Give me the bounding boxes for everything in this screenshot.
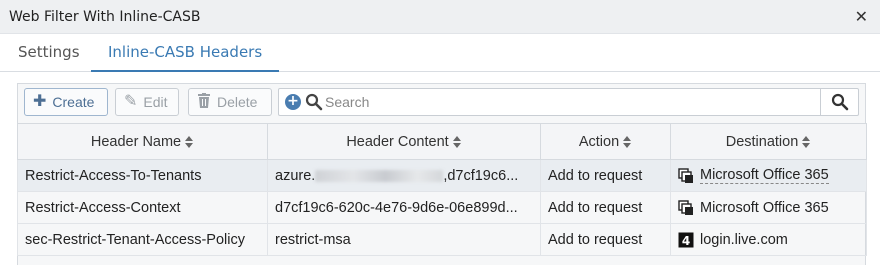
- headers-table: Header Name Header Content Action Destin…: [17, 123, 867, 256]
- app-group-icon: [678, 199, 693, 215]
- edit-button[interactable]: ✎ Edit: [115, 88, 179, 116]
- sort-icon: [452, 135, 462, 148]
- table-row[interactable]: Restrict-Access-Context d7cf19c6-620c-4e…: [17, 191, 867, 224]
- column-header-label: Header Name: [90, 133, 182, 150]
- sort-icon: [802, 135, 811, 148]
- edit-button-label: Edit: [143, 94, 168, 110]
- column-header-name[interactable]: Header Name: [17, 123, 268, 160]
- add-filter-icon[interactable]: +: [285, 94, 301, 110]
- redacted-content: [315, 169, 444, 182]
- search-icon: [305, 93, 323, 111]
- close-icon[interactable]: ✕: [855, 8, 868, 26]
- header-name-cell: sec-Restrict-Tenant-Access-Policy: [17, 223, 268, 256]
- trash-icon: [197, 92, 211, 112]
- app-group-icon: [678, 167, 693, 183]
- pencil-icon: ✎: [124, 93, 138, 110]
- header-content-cell: restrict-msa: [267, 223, 541, 256]
- dialog-title: Web Filter With Inline-CASB: [9, 9, 201, 25]
- svg-text:4: 4: [682, 234, 690, 248]
- content-prefix: azure.: [275, 167, 316, 184]
- table-row[interactable]: Restrict-Access-To-Tenants azure. ,d7cf19…: [17, 159, 867, 192]
- tab-bar: Settings Inline-CASB Headers: [0, 34, 880, 72]
- search-button[interactable]: [820, 89, 858, 115]
- destination-link[interactable]: Microsoft Office 365: [700, 167, 829, 184]
- tab-inline-casb-headers[interactable]: Inline-CASB Headers: [91, 34, 280, 72]
- create-button[interactable]: ✚ Create: [24, 88, 108, 116]
- destination-cell: Microsoft Office 365: [670, 191, 867, 224]
- column-header-label: Action: [578, 133, 620, 150]
- column-destination[interactable]: Destination: [670, 123, 867, 160]
- column-header-label: Header Content: [346, 133, 449, 150]
- sort-icon: [185, 135, 194, 148]
- column-header-content[interactable]: Header Content: [267, 123, 541, 160]
- header-content-cell: d7cf19c6-620c-4e76-9d6e-06e899d...: [267, 191, 541, 224]
- delete-button[interactable]: Delete: [188, 88, 272, 116]
- header-name-cell: Restrict-Access-To-Tenants: [17, 159, 268, 192]
- table-header-row: Header Name Header Content Action Destin…: [17, 123, 867, 160]
- destination-cell: 4 login.live.com: [670, 223, 867, 256]
- header-content-cell: azure. ,d7cf19c6...: [267, 159, 541, 192]
- header-name-cell: Restrict-Access-Context: [17, 191, 268, 224]
- dialog-titlebar: Web Filter With Inline-CASB ✕: [0, 0, 880, 34]
- create-button-label: Create: [52, 94, 95, 110]
- column-header-label: Destination: [725, 133, 799, 150]
- search-icon: [831, 93, 849, 111]
- table-row[interactable]: sec-Restrict-Tenant-Access-Policy restri…: [17, 223, 867, 256]
- fqdn-icon: 4: [678, 232, 694, 248]
- column-action[interactable]: Action: [540, 123, 671, 160]
- action-cell: Add to request: [540, 191, 671, 224]
- content-suffix: ,d7cf19c6...: [443, 167, 519, 184]
- destination-link[interactable]: login.live.com: [700, 232, 788, 248]
- delete-button-label: Delete: [217, 94, 258, 110]
- destination-link[interactable]: Microsoft Office 365: [700, 200, 829, 216]
- destination-cell: Microsoft Office 365: [670, 159, 867, 192]
- search-box: +: [278, 88, 859, 116]
- tab-settings[interactable]: Settings: [1, 34, 97, 72]
- action-cell: Add to request: [540, 159, 671, 192]
- action-cell: Add to request: [540, 223, 671, 256]
- plus-icon: ✚: [33, 93, 47, 110]
- search-input[interactable]: [325, 92, 815, 112]
- sort-icon: [623, 135, 632, 148]
